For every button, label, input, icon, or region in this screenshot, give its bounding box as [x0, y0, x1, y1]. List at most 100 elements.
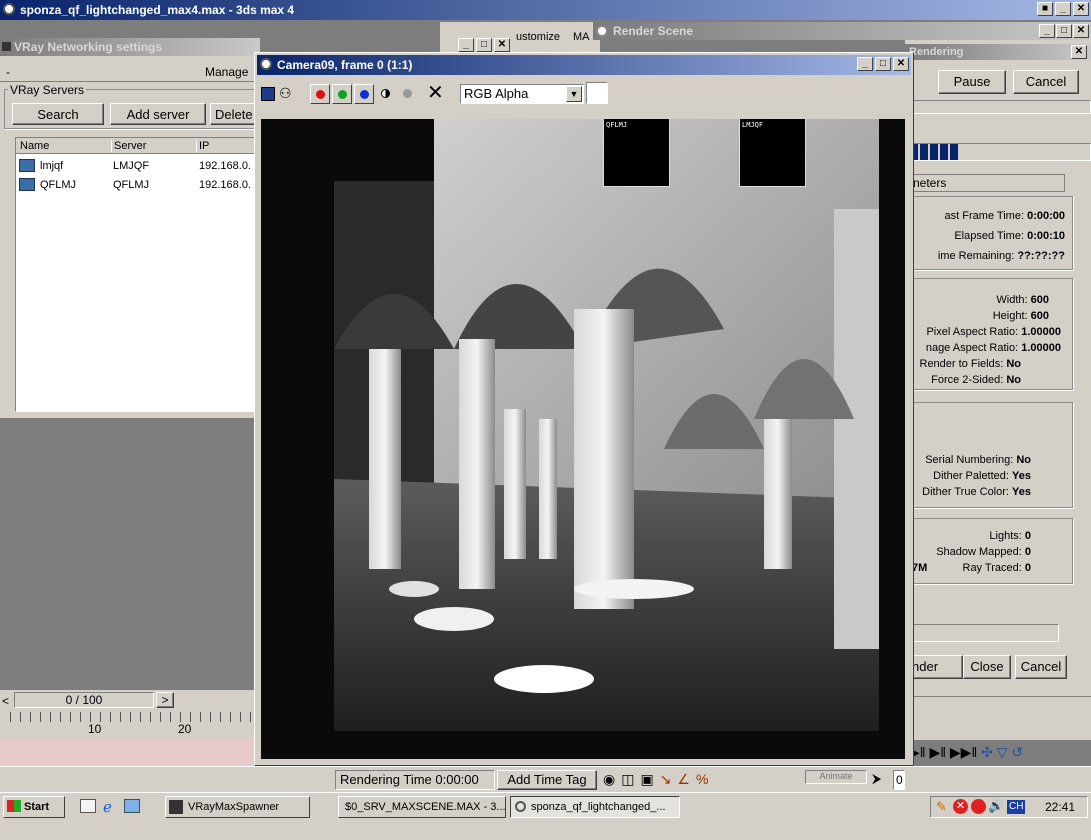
- rendering-close-button[interactable]: ✕: [1071, 45, 1087, 59]
- language-indicator[interactable]: CH: [1007, 800, 1026, 814]
- desktop-icon[interactable]: [80, 799, 96, 813]
- render-button[interactable]: nder: [909, 655, 963, 679]
- render-scene-minimize-button[interactable]: _: [1039, 24, 1055, 38]
- parameters-label: neters: [913, 176, 947, 190]
- vray-title: VRay Networking settings: [14, 40, 163, 54]
- add-time-tag-button[interactable]: Add Time Tag: [497, 770, 597, 790]
- lights-count: Lights: 0: [989, 530, 1031, 542]
- output-width: Width: 600: [996, 294, 1049, 306]
- cancel-button[interactable]: Cancel: [1013, 70, 1079, 94]
- color-swatch[interactable]: [586, 82, 608, 104]
- camera-restore-button[interactable]: □: [875, 57, 891, 71]
- max-titlebar[interactable]: sponza_qf_lightchanged_max4.max - 3ds ma…: [0, 0, 1091, 20]
- start-button[interactable]: Start: [3, 796, 65, 818]
- render-progress-bar: [909, 143, 1091, 161]
- ie-icon[interactable]: ℯ: [103, 798, 112, 816]
- server-row[interactable]: QFLMJ QFLMJ 192.168.0.: [16, 177, 261, 193]
- track-bar[interactable]: [0, 740, 260, 766]
- save-icon[interactable]: [261, 87, 275, 101]
- behind-restore-button[interactable]: □: [476, 38, 492, 52]
- box-icon[interactable]: ▣: [640, 771, 659, 787]
- frame-field[interactable]: 0: [893, 770, 905, 790]
- sphere-icon[interactable]: ◉: [603, 771, 621, 787]
- tick-20: 20: [178, 722, 192, 736]
- rollout-collapse-icon[interactable]: -: [6, 65, 10, 79]
- render-scene-close-button[interactable]: ✕: [1073, 24, 1089, 38]
- max-restore-button[interactable]: ■: [1037, 2, 1053, 16]
- search-button[interactable]: Search: [12, 103, 104, 125]
- outlook-icon[interactable]: [124, 799, 140, 813]
- rendering-dialog: Rendering ✕ Pause Cancel neters ast Fram…: [905, 40, 1091, 786]
- close-button[interactable]: Close: [963, 655, 1011, 679]
- server-list[interactable]: Name Server IP lmjqf LMJQF 192.168.0. QF…: [15, 137, 261, 412]
- tray-antivirus-icon[interactable]: [971, 799, 986, 814]
- funnel-icon[interactable]: ▽: [997, 744, 1008, 760]
- parameters-rollout[interactable]: neters: [909, 174, 1065, 192]
- camera-close-button[interactable]: ✕: [893, 57, 909, 71]
- render-canvas[interactable]: QFLMJ LMJQF: [261, 119, 905, 759]
- column-name[interactable]: Name: [20, 140, 49, 152]
- add-server-button[interactable]: Add server: [110, 103, 206, 125]
- next-frame-button[interactable]: >: [156, 692, 174, 708]
- last-frame-time: ast Frame Time: 0:00:00: [944, 210, 1065, 222]
- camera-window: Camera09, frame 0 (1:1) _ □ ✕ ⚇ ✕ RGB Al…: [254, 52, 914, 766]
- mono-icon[interactable]: [381, 89, 390, 98]
- column-server[interactable]: Server: [111, 140, 146, 152]
- progress-top-line: [909, 100, 1091, 114]
- max-close-button[interactable]: ✕: [1073, 2, 1089, 16]
- snap-icon[interactable]: ↘: [660, 771, 678, 787]
- behind-close-button[interactable]: ✕: [494, 38, 510, 52]
- customize-menu[interactable]: ustomize: [516, 31, 560, 43]
- rendering-titlebar[interactable]: Rendering ✕: [905, 44, 1091, 60]
- green-channel-button[interactable]: [332, 84, 352, 104]
- pause-button[interactable]: Pause: [938, 70, 1006, 94]
- chevron-down-icon[interactable]: ▼: [566, 86, 582, 102]
- red-channel-button[interactable]: [310, 84, 330, 104]
- alpha-icon[interactable]: [403, 89, 412, 98]
- computer-icon: [19, 159, 35, 172]
- animate-button[interactable]: Animate: [805, 770, 867, 784]
- column-ip[interactable]: IP: [196, 140, 209, 152]
- angle-snap-icon[interactable]: ∠: [677, 771, 696, 787]
- timeline-ticks[interactable]: [10, 712, 260, 722]
- tray-pen-icon[interactable]: ✎: [936, 799, 947, 815]
- server-name: lmjqf: [40, 160, 64, 172]
- ma-menu[interactable]: MA: [573, 31, 590, 43]
- channel-select[interactable]: RGB Alpha ▼: [460, 84, 584, 104]
- end-icon[interactable]: ▶▶‖: [950, 744, 977, 760]
- tray-stop-icon[interactable]: ✕: [953, 799, 968, 814]
- tray-volume-icon[interactable]: 🔊: [988, 798, 1004, 814]
- clone-icon[interactable]: ⚇: [279, 85, 292, 102]
- server-row[interactable]: lmjqf LMJQF 192.168.0.: [16, 158, 261, 174]
- vray-spawner-icon: [169, 800, 183, 814]
- camera-titlebar[interactable]: Camera09, frame 0 (1:1) _ □ ✕: [257, 55, 911, 75]
- vray-titlebar[interactable]: VRay Networking settings: [0, 38, 260, 56]
- clear-icon[interactable]: ✕: [427, 82, 444, 104]
- task-sponza[interactable]: sponza_qf_lightchanged_...: [510, 796, 680, 818]
- orbit-icon[interactable]: ↺: [1011, 744, 1023, 760]
- render-scene-restore-button[interactable]: □: [1056, 24, 1072, 38]
- task-srv-maxscene[interactable]: $0_SRV_MAXSCENE.MAX - 3...: [338, 796, 506, 818]
- task-vraymaxspawner[interactable]: VRayMaxSpawner: [165, 796, 310, 818]
- cancel-render-button[interactable]: Cancel: [1015, 655, 1067, 679]
- ray-traced: Ray Traced: 0: [962, 562, 1032, 574]
- next-frame-icon[interactable]: ▶‖: [929, 744, 946, 760]
- max-viewport-area[interactable]: [0, 420, 260, 690]
- camera-minimize-button[interactable]: _: [857, 57, 873, 71]
- time-slider[interactable]: 0 / 100: [14, 692, 154, 708]
- max-minimize-button[interactable]: _: [1055, 2, 1071, 16]
- server-host: QFLMJ: [113, 179, 150, 191]
- key-icon[interactable]: ⮞: [872, 771, 881, 787]
- vray-networking-window: VRay Networking settings - Manage VRay S…: [0, 38, 270, 418]
- render-scene-titlebar[interactable]: Render Scene _ □ ✕: [593, 22, 1091, 40]
- elapsed-time: Elapsed Time: 0:00:10: [954, 230, 1065, 242]
- behind-minimize-button[interactable]: _: [458, 38, 474, 52]
- prev-frame-button[interactable]: <: [2, 694, 9, 708]
- vray-rollout-header[interactable]: - Manage: [0, 62, 260, 82]
- blue-channel-button[interactable]: [354, 84, 374, 104]
- task-label: VRayMaxSpawner: [188, 801, 280, 813]
- computer-icon: [19, 178, 35, 191]
- selection-icon[interactable]: ◫: [621, 771, 640, 787]
- move-icon[interactable]: ✣: [981, 744, 993, 760]
- percent-snap-icon[interactable]: %: [696, 771, 714, 787]
